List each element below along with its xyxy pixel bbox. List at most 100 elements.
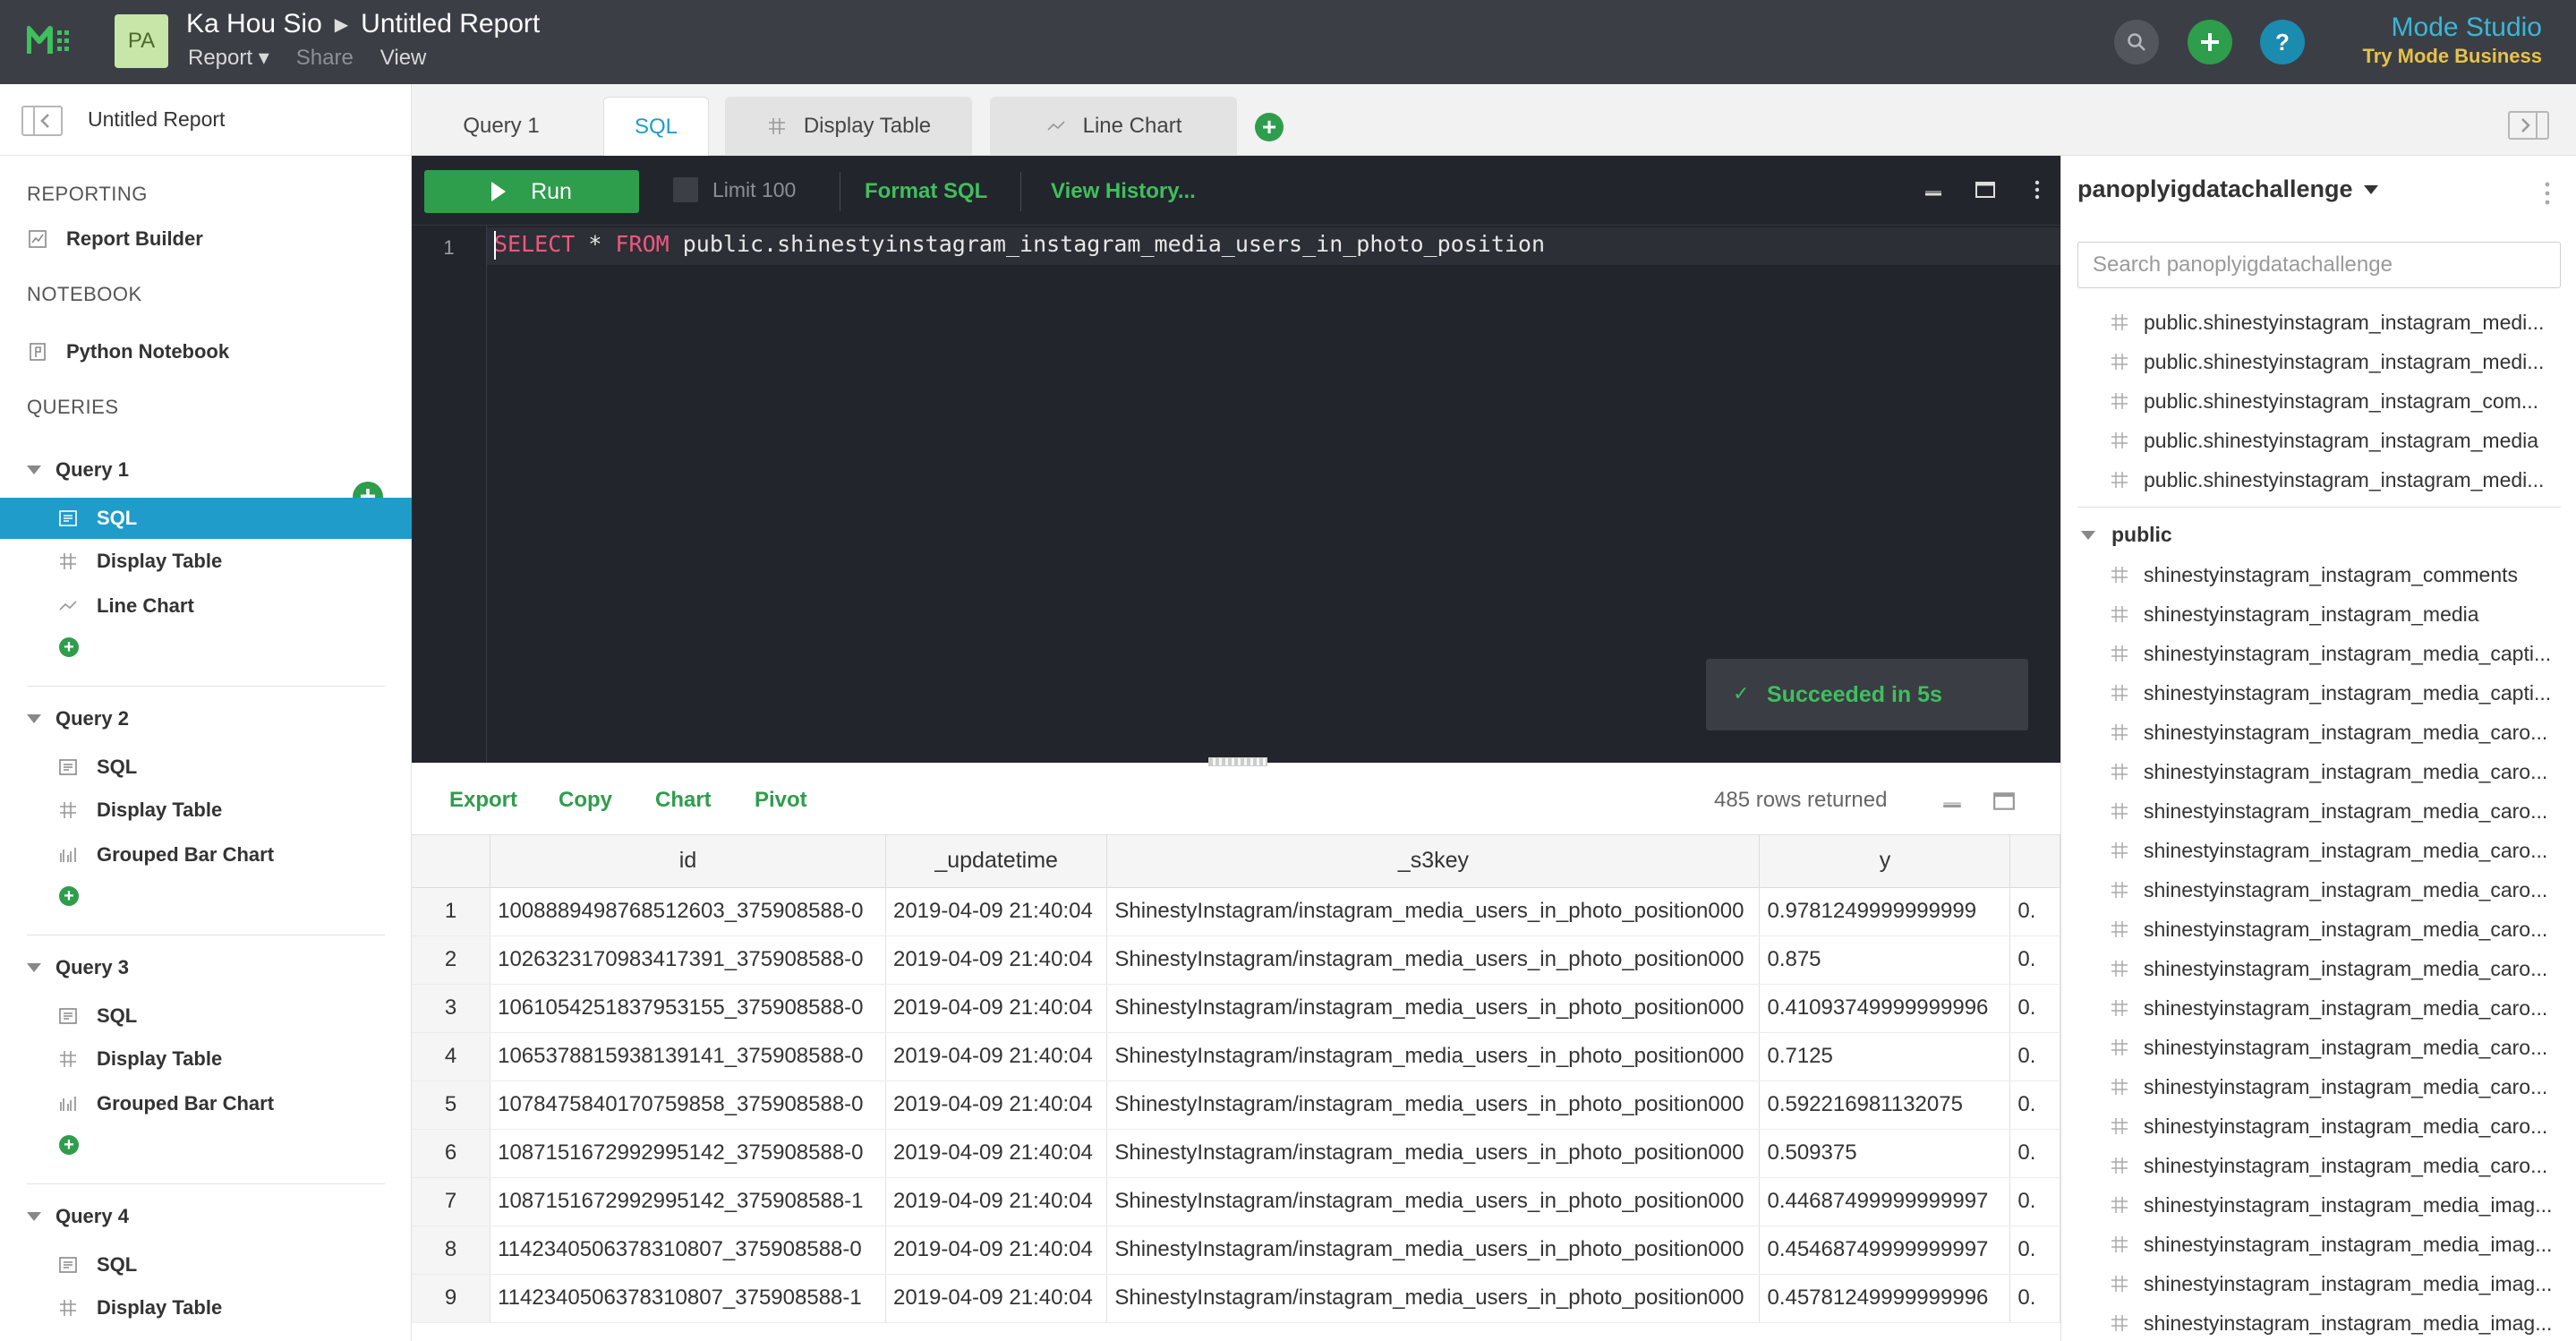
add-tab-button[interactable]: + — [1255, 113, 1284, 141]
table-cell[interactable]: 1087151672992995142_375908588-1 — [490, 1177, 886, 1226]
table-cell[interactable]: 2019-04-09 21:40:04 — [885, 887, 1108, 936]
table-cell[interactable]: ShinestyInstagram/instagram_media_users_… — [1106, 1274, 1761, 1323]
row-number[interactable]: 5 — [412, 1080, 491, 1130]
table-cell[interactable]: 1008889498768512603_375908588-0 — [490, 887, 886, 936]
table-row[interactable]: 9 1142340506378310807_375908588-1 2019-04-… — [412, 1274, 2060, 1323]
sidebar-item-query3-grouped-bar-chart[interactable]: Grouped Bar Chart — [0, 1083, 412, 1124]
query-4-header[interactable]: Query 4 — [27, 1205, 129, 1228]
table-cell[interactable]: 2019-04-09 21:40:04 — [885, 1080, 1108, 1130]
row-number[interactable]: 7 — [412, 1177, 491, 1226]
mode-logo-icon[interactable] — [27, 25, 72, 57]
database-selector[interactable]: panoplyigdatachallenge — [2077, 175, 2378, 203]
sidebar-item-query2-grouped-bar-chart[interactable]: Grouped Bar Chart — [0, 834, 412, 875]
table-cell[interactable]: 0. — [2009, 887, 2060, 936]
mode-studio-promo[interactable]: Mode Studio Try Mode Business — [2362, 13, 2542, 68]
table-row[interactable]: 5 1078475840170759858_375908588-0 2019-04-… — [412, 1080, 2060, 1130]
schema-table-item[interactable]: shinestyinstagram_instagram_media_imag..… — [2110, 1264, 2575, 1303]
row-number[interactable]: 4 — [412, 1032, 491, 1081]
minimize-icon[interactable] — [1941, 790, 1964, 813]
row-number[interactable]: 3 — [412, 984, 491, 1033]
sidebar-item-query2-sql[interactable]: SQL — [0, 747, 412, 788]
table-cell[interactable]: 0.9781249999999999 — [1759, 887, 2011, 936]
column-header[interactable] — [2009, 835, 2060, 888]
export-button[interactable]: Export — [449, 788, 517, 813]
table-cell[interactable]: 0. — [2009, 984, 2060, 1033]
table-cell[interactable]: 1142340506378310807_375908588-0 — [490, 1226, 886, 1275]
table-cell[interactable]: 0.41093749999999996 — [1759, 984, 2011, 1033]
table-cell[interactable]: ShinestyInstagram/instagram_media_users_… — [1106, 935, 1761, 985]
table-cell[interactable]: 2019-04-09 21:40:04 — [885, 1274, 1108, 1323]
table-cell[interactable]: ShinestyInstagram/instagram_media_users_… — [1106, 1226, 1761, 1275]
schema-table-item[interactable]: shinestyinstagram_instagram_media_caro..… — [2110, 910, 2575, 949]
sidebar-item-query1-line-chart[interactable]: Line Chart — [0, 585, 412, 627]
table-cell[interactable]: 1065378815938139141_375908588-0 — [490, 1032, 886, 1081]
add-chart-button[interactable]: + — [59, 1135, 79, 1155]
table-cell[interactable]: 2019-04-09 21:40:04 — [885, 984, 1108, 1033]
sidebar-item-query3-display-table[interactable]: Display Table — [0, 1038, 412, 1080]
query-2-header[interactable]: Query 2 — [27, 707, 129, 730]
table-cell[interactable]: ShinestyInstagram/instagram_media_users_… — [1106, 1177, 1761, 1226]
table-cell[interactable]: 1087151672992995142_375908588-0 — [490, 1129, 886, 1178]
row-number[interactable]: 1 — [412, 887, 491, 936]
pivot-button[interactable]: Pivot — [755, 788, 807, 813]
schema-table-item[interactable]: shinestyinstagram_instagram_comments — [2110, 555, 2575, 594]
view-menu-button[interactable]: View — [380, 46, 427, 71]
column-header[interactable]: _s3key — [1106, 835, 1761, 888]
tab-line-chart[interactable]: Line Chart — [990, 97, 1237, 156]
table-cell[interactable]: 0. — [2009, 1177, 2060, 1226]
maximize-icon[interactable] — [1975, 179, 1996, 201]
row-number[interactable]: 2 — [412, 935, 491, 985]
try-business-link[interactable]: Try Mode Business — [2362, 45, 2542, 68]
table-cell[interactable]: 1026323170983417391_375908588-0 — [490, 935, 886, 985]
breadcrumb-user[interactable]: Ka Hou Sio — [186, 9, 322, 39]
schema-public[interactable]: public — [2081, 523, 2172, 547]
schema-table-item[interactable]: shinestyinstagram_instagram_media_caro..… — [2110, 949, 2575, 988]
schema-table-item[interactable]: shinestyinstagram_instagram_media_caro..… — [2110, 1146, 2575, 1185]
table-cell[interactable]: 0. — [2009, 935, 2060, 985]
table-cell[interactable]: 0.44687499999999997 — [1759, 1177, 2011, 1226]
collapse-schema-button[interactable] — [2508, 111, 2549, 140]
sidebar-item-query1-sql[interactable]: SQL — [0, 498, 412, 539]
table-cell[interactable]: 0.592216981132075 — [1759, 1080, 2011, 1130]
table-cell[interactable]: 0. — [2009, 1226, 2060, 1275]
limit-100-checkbox[interactable]: Limit 100 — [673, 177, 796, 202]
copy-button[interactable]: Copy — [559, 788, 612, 813]
new-button[interactable] — [2188, 20, 2232, 64]
table-cell[interactable]: 1061054251837953155_375908588-0 — [490, 984, 886, 1033]
column-header[interactable]: id — [490, 835, 886, 888]
schema-table-item[interactable]: shinestyinstagram_instagram_media_caro..… — [2110, 713, 2575, 752]
table-cell[interactable]: ShinestyInstagram/instagram_media_users_… — [1106, 1080, 1761, 1130]
schema-table-item[interactable]: shinestyinstagram_instagram_media_caro..… — [2110, 791, 2575, 831]
sidebar-item-query4-display-table[interactable]: Display Table — [0, 1287, 412, 1328]
table-row[interactable]: 1 1008889498768512603_375908588-0 2019-04-… — [412, 887, 2060, 936]
tab-query-1[interactable]: Query 1 — [412, 97, 591, 156]
query-3-header[interactable]: Query 3 — [27, 956, 129, 979]
checkbox[interactable] — [673, 177, 698, 202]
recent-table-item[interactable]: public.shinestyinstagram_instagram_medi.… — [2110, 342, 2575, 381]
recent-table-item[interactable]: public.shinestyinstagram_instagram_media — [2110, 421, 2575, 460]
avatar[interactable]: PA — [115, 14, 168, 68]
minimize-icon[interactable] — [1923, 179, 1944, 201]
schema-table-item[interactable]: shinestyinstagram_instagram_media_imag..… — [2110, 1225, 2575, 1264]
recent-table-item[interactable]: public.shinestyinstagram_instagram_medi.… — [2110, 460, 2575, 500]
more-options-icon[interactable] — [2544, 181, 2551, 206]
table-cell[interactable]: 2019-04-09 21:40:04 — [885, 1226, 1108, 1275]
recent-table-item[interactable]: public.shinestyinstagram_instagram_com..… — [2110, 381, 2575, 421]
schema-table-item[interactable]: shinestyinstagram_instagram_media_caro..… — [2110, 1106, 2575, 1146]
report-title[interactable]: Untitled Report — [361, 9, 540, 39]
resize-handle[interactable] — [1208, 757, 1267, 766]
column-header[interactable]: y — [1759, 835, 2011, 888]
schema-table-item[interactable]: shinestyinstagram_instagram_media_imag..… — [2110, 1303, 2575, 1341]
table-cell[interactable]: 0.45468749999999997 — [1759, 1226, 2011, 1275]
table-cell[interactable]: 2019-04-09 21:40:04 — [885, 1177, 1108, 1226]
table-cell[interactable]: 0. — [2009, 1032, 2060, 1081]
row-number[interactable]: 6 — [412, 1129, 491, 1178]
share-menu-button[interactable]: Share — [296, 46, 354, 71]
sidebar-item-query1-display-table[interactable]: Display Table — [0, 541, 412, 582]
table-cell[interactable]: ShinestyInstagram/instagram_media_users_… — [1106, 984, 1761, 1033]
recent-table-item[interactable]: public.shinestyinstagram_instagram_medi.… — [2110, 303, 2575, 342]
sidebar-item-query2-display-table[interactable]: Display Table — [0, 790, 412, 831]
table-cell[interactable]: 2019-04-09 21:40:04 — [885, 1129, 1108, 1178]
table-cell[interactable]: 0.7125 — [1759, 1032, 2011, 1081]
sidebar-item-python-notebook[interactable]: Python Notebook — [0, 331, 412, 372]
